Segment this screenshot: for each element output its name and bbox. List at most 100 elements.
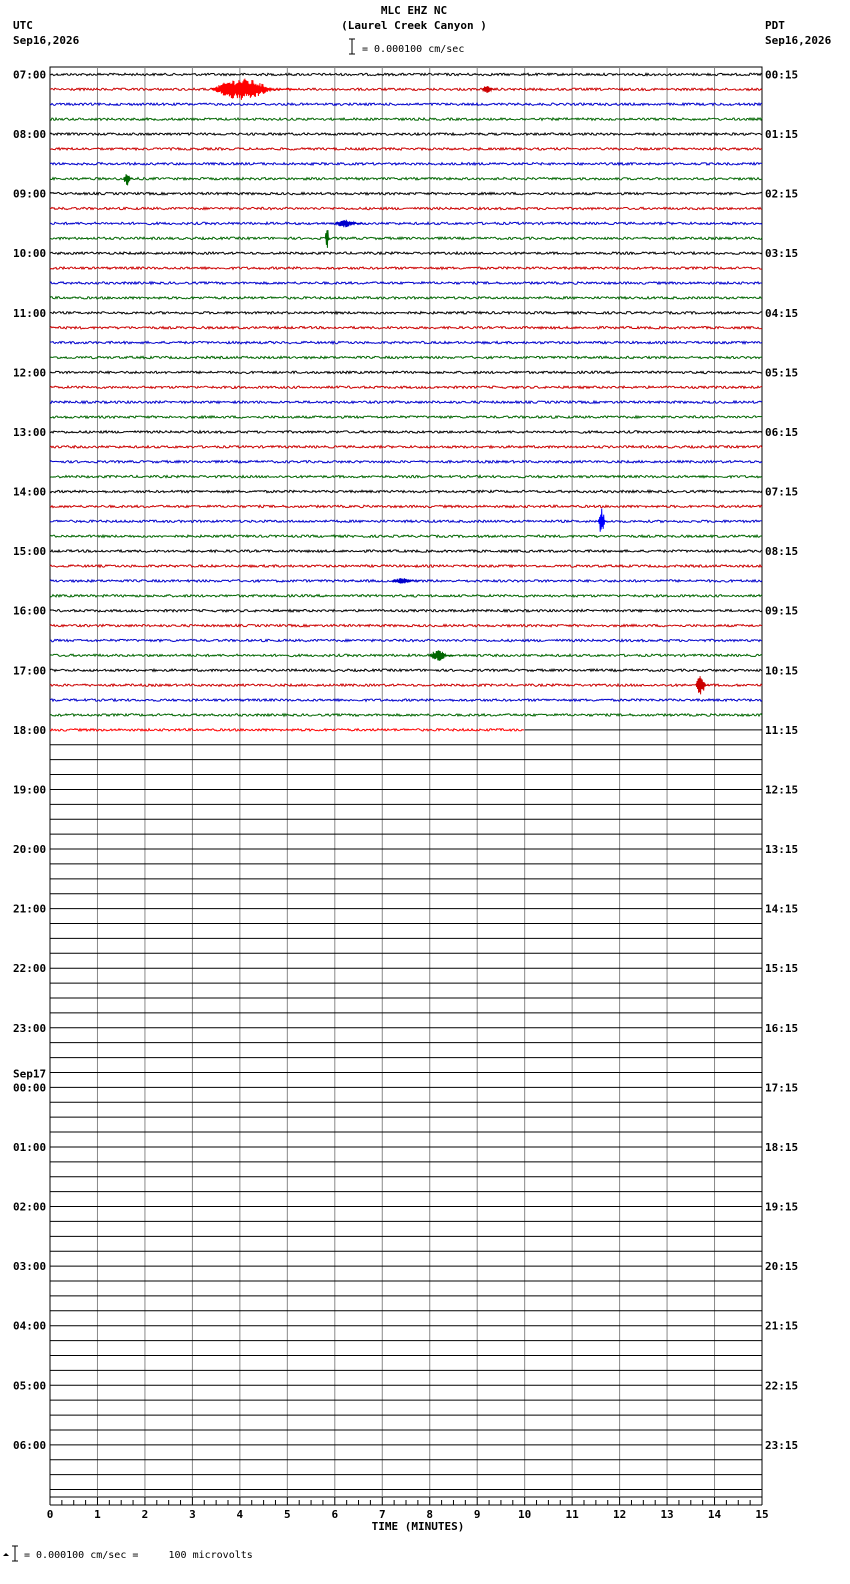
seismic-event <box>211 78 297 100</box>
utc-hour-label: 09:00 <box>13 188 46 201</box>
x-tick-label: 4 <box>237 1508 244 1521</box>
seismic-trace <box>49 220 763 226</box>
date-change-label: Sep17 <box>13 1067 46 1080</box>
x-tick-label: 2 <box>142 1508 149 1521</box>
seismic-trace <box>49 667 763 673</box>
seismic-trace <box>49 608 763 614</box>
seismic-trace <box>49 72 763 77</box>
local-hour-label: 23:15 <box>765 1439 798 1452</box>
utc-hour-label: 11:00 <box>13 307 46 320</box>
seismic-trace <box>49 265 763 271</box>
seismic-trace <box>49 250 763 256</box>
local-hour-label: 07:15 <box>765 486 798 499</box>
seismic-trace <box>49 429 763 435</box>
seismic-trace <box>49 519 763 524</box>
seismic-trace <box>49 459 763 465</box>
local-hour-label: 18:15 <box>765 1141 798 1154</box>
utc-hour-label: 18:00 <box>13 724 46 737</box>
utc-hour-label: 12:00 <box>13 366 46 379</box>
local-hour-label: 19:15 <box>765 1201 798 1214</box>
utc-hour-label: 06:00 <box>13 1439 46 1452</box>
x-axis-label: TIME (MINUTES) <box>372 1520 465 1533</box>
local-hour-label: 17:15 <box>765 1081 798 1094</box>
local-hour-label: 00:15 <box>765 68 798 81</box>
x-tick-label: 12 <box>613 1508 626 1521</box>
local-hour-label: 22:15 <box>765 1379 798 1392</box>
seismic-event <box>334 219 364 228</box>
seismic-trace <box>49 712 763 718</box>
local-hour-label: 10:15 <box>765 664 798 677</box>
x-tick-label: 14 <box>708 1508 722 1521</box>
seismic-trace <box>49 593 763 598</box>
x-tick-label: 1 <box>94 1508 101 1521</box>
x-tick-label: 13 <box>660 1508 673 1521</box>
utc-hour-label: 15:00 <box>13 545 46 558</box>
utc-hour-label: 14:00 <box>13 486 46 499</box>
seismic-trace <box>49 474 763 479</box>
utc-hour-label: 19:00 <box>13 783 46 796</box>
utc-hour-label: 21:00 <box>13 903 46 916</box>
seismic-trace <box>49 504 763 509</box>
utc-hour-label: 16:00 <box>13 605 46 618</box>
seismic-trace <box>49 563 763 569</box>
utc-hour-label: 03:00 <box>13 1260 46 1273</box>
utc-hour-label: 04:00 <box>13 1320 46 1333</box>
utc-hour-label: 10:00 <box>13 247 46 260</box>
utc-hour-label: 17:00 <box>13 664 46 677</box>
seismic-trace <box>49 385 763 390</box>
local-hour-label: 20:15 <box>765 1260 798 1273</box>
seismic-trace <box>49 176 763 182</box>
local-hour-label: 08:15 <box>765 545 798 558</box>
local-hour-label: 05:15 <box>765 366 798 379</box>
seismic-event <box>597 508 608 532</box>
seismic-trace <box>49 280 763 286</box>
utc-hour-label: 08:00 <box>13 128 46 141</box>
seismic-trace <box>49 340 763 346</box>
seismic-trace <box>50 206 763 211</box>
utc-hour-label: 22:00 <box>13 962 46 975</box>
seismic-trace <box>49 370 763 375</box>
local-hour-label: 02:15 <box>765 188 798 201</box>
utc-hour-label: 23:00 <box>13 1022 46 1035</box>
seismic-trace <box>49 444 763 450</box>
seismic-trace <box>49 191 763 196</box>
seismic-event <box>123 174 134 186</box>
seismic-trace <box>49 131 763 137</box>
local-hour-label: 03:15 <box>765 247 798 260</box>
seismic-trace <box>49 414 762 420</box>
seismic-trace <box>49 697 763 703</box>
local-hour-label: 15:15 <box>765 962 798 975</box>
local-hour-label: 11:15 <box>765 724 798 737</box>
seismic-trace <box>49 548 763 554</box>
helicorder-plot: 07:00 08:00 09:00 10:00 11:00 12:00 13:00 14:00… <box>3 38 798 1562</box>
utc-hour-label: 13:00 <box>13 426 46 439</box>
seismic-trace <box>49 236 763 241</box>
seismic-trace <box>49 325 763 331</box>
seismic-trace <box>49 116 763 122</box>
x-tick-label: 3 <box>189 1508 196 1521</box>
x-tick-label: 6 <box>331 1508 338 1521</box>
seismic-trace <box>49 533 763 539</box>
local-hour-label: 09:15 <box>765 605 798 618</box>
seismic-trace <box>49 638 762 643</box>
footer-marker-icon <box>3 1553 9 1556</box>
seismic-trace <box>49 682 763 688</box>
seismic-event <box>695 676 710 695</box>
x-tick-label: 11 <box>566 1508 580 1521</box>
utc-hour-label: 20:00 <box>13 843 46 856</box>
x-tick-label: 0 <box>47 1508 54 1521</box>
local-hour-label: 01:15 <box>765 128 798 141</box>
x-tick-label: 10 <box>518 1508 531 1521</box>
seismic-trace <box>49 101 763 107</box>
seismic-trace <box>49 355 763 360</box>
seismic-trace <box>49 87 763 92</box>
seismic-trace <box>49 652 763 658</box>
seismic-trace <box>49 310 763 316</box>
seismic-event <box>429 650 454 661</box>
x-tick-label: 15 <box>755 1508 768 1521</box>
utc-hour-label: 01:00 <box>13 1141 46 1154</box>
seismic-event <box>481 86 497 93</box>
seismic-trace <box>49 161 763 167</box>
utc-hour-label: 05:00 <box>13 1379 46 1392</box>
seismic-trace <box>49 295 763 301</box>
